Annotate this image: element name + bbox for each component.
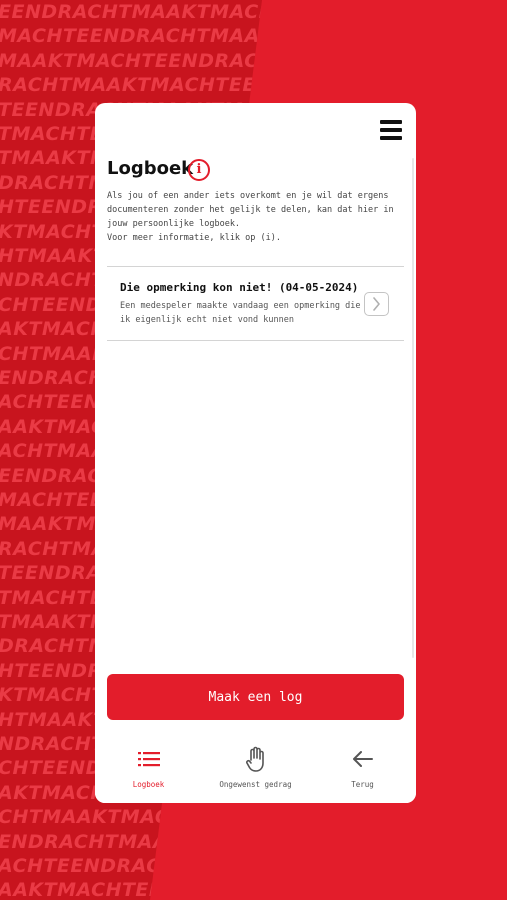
background-text-line: MAAKTMACHTEENDRACHTMAAKTMACH <box>0 49 432 72</box>
nav-label: Logboek <box>132 780 165 789</box>
background-text-line: EENDRACHTMAAKTMACHTEENDRACHT <box>0 1 423 23</box>
log-entry-description: Een medespeler maakte vandaag een opmerk… <box>120 301 361 325</box>
background-text-line: ACHTEENDRACHTMAAKTMACHTEENDR <box>0 855 423 877</box>
arrow-left-icon <box>352 746 374 772</box>
divider <box>107 340 404 341</box>
background-text-line: ENDRACHTMAAKTMACHTEENDRACHTM <box>0 830 429 853</box>
intro-paragraph: Als jou of een ander iets overkomt en je… <box>107 191 394 229</box>
menu-bar <box>380 120 402 124</box>
background-text-line: AAKTMACHTEENDRACHTMAAKTMACHT <box>0 879 426 900</box>
background-text-line: RACHTMAAKTMACHTEENDRACHTMAAK <box>0 74 428 97</box>
bottom-nav: Logboek Ongewenst gedrag Terug <box>95 740 416 803</box>
nav-item-logboek[interactable]: Logboek <box>95 740 202 803</box>
scrollbar[interactable] <box>412 158 414 658</box>
hand-icon <box>245 746 267 772</box>
list-icon <box>137 746 160 772</box>
menu-bar <box>380 136 402 140</box>
menu-bar <box>380 128 402 132</box>
background-text-line: CHTMAAKTMACHTEENDRACHTMAAKTM <box>0 806 431 829</box>
hamburger-menu-button[interactable] <box>380 120 402 140</box>
nav-item-terug[interactable]: Terug <box>309 740 416 803</box>
nav-item-ongewenst-gedrag[interactable]: Ongewenst gedrag <box>202 740 309 803</box>
intro-text: Als jou of een ander iets overkomt en je… <box>107 189 403 245</box>
chevron-right-icon[interactable] <box>364 292 389 316</box>
log-entry-title: Die opmerking kon niet! (04-05-2024) <box>120 281 359 294</box>
page-title: Logboek <box>107 158 194 179</box>
log-entry[interactable]: Die opmerking kon niet! (04-05-2024) Een… <box>107 267 404 341</box>
logbook-card: Logboek i Als jou of een ander iets over… <box>95 103 416 803</box>
nav-label: Terug <box>351 780 374 789</box>
make-log-button[interactable]: Maak een log <box>107 674 404 720</box>
background-text-line: MACHTEENDRACHTMAAKTMACHTEEND <box>0 25 427 48</box>
intro-paragraph: Voor meer informatie, klik op (i). <box>107 233 281 243</box>
info-icon[interactable]: i <box>188 159 210 181</box>
nav-label: Ongewenst gedrag <box>219 780 292 789</box>
